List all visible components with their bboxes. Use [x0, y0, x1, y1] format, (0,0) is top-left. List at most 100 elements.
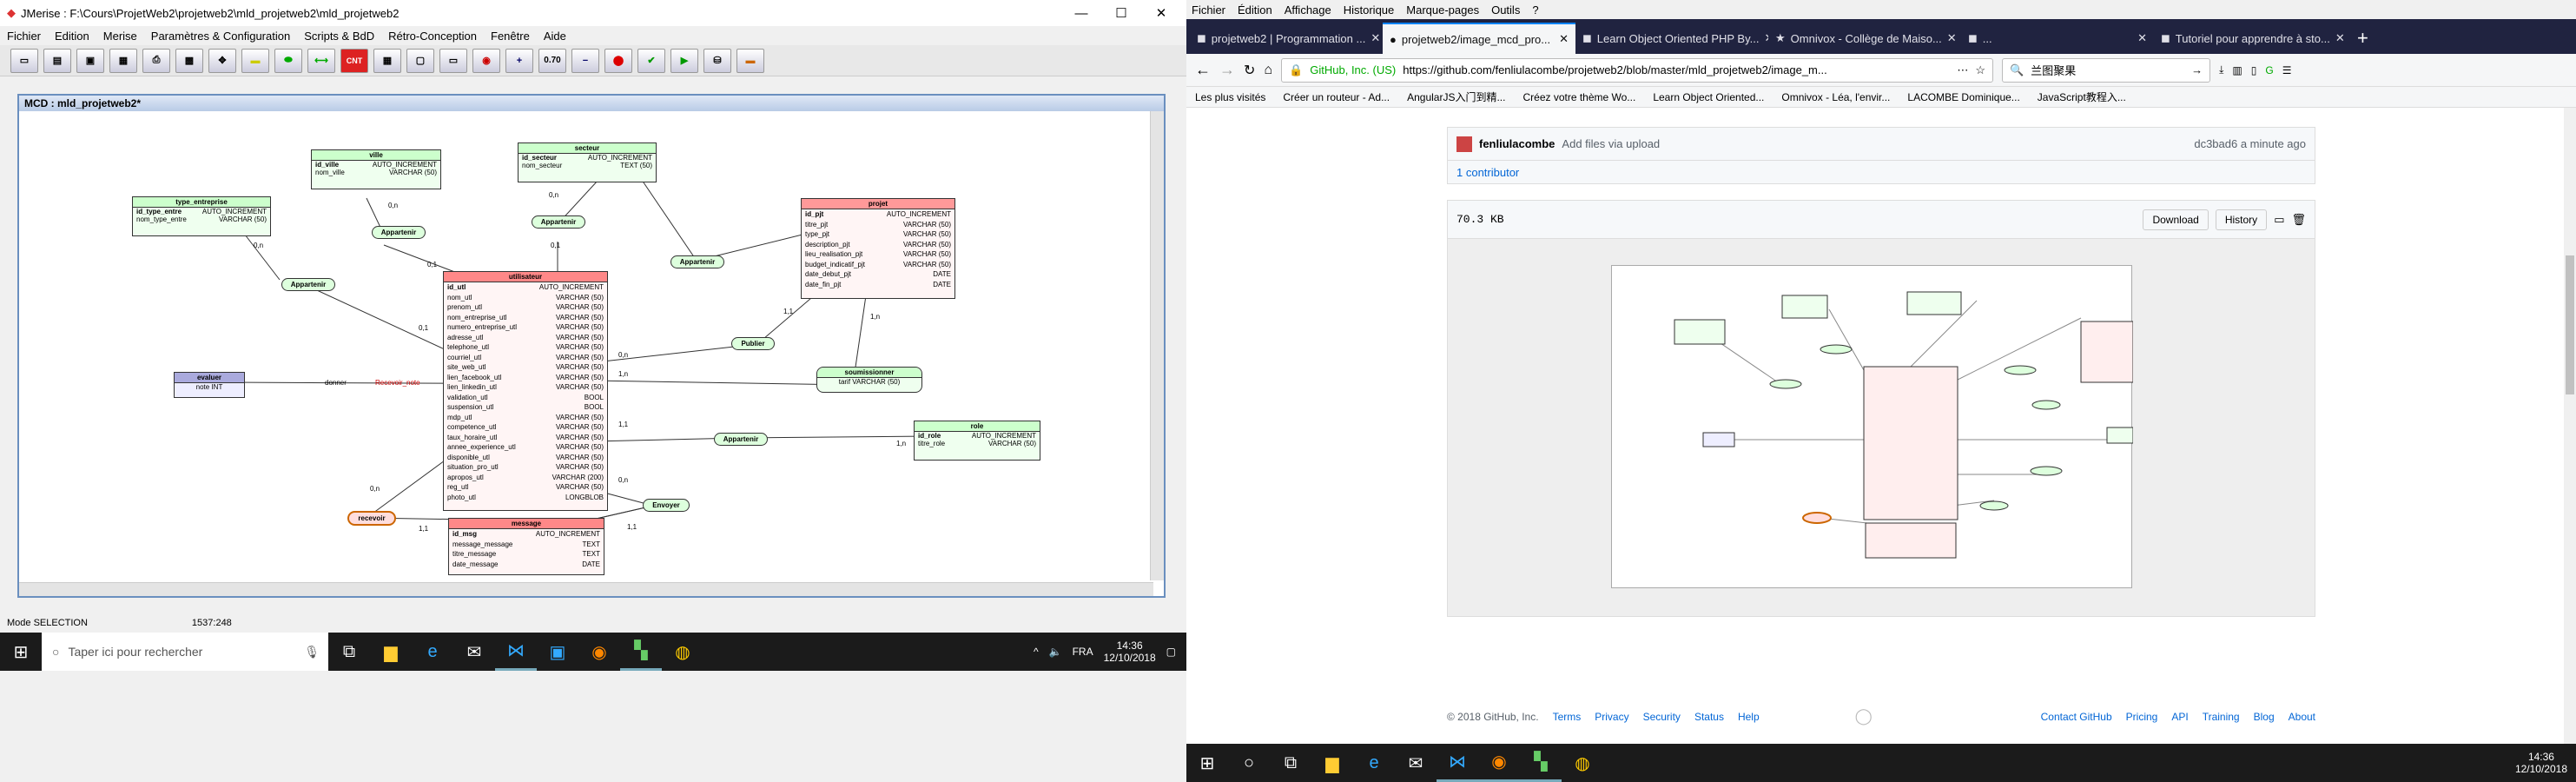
select-icon[interactable]: ✥: [208, 48, 236, 73]
close-button[interactable]: ✕: [1141, 0, 1181, 26]
page-actions-icon[interactable]: ⋯: [1957, 63, 1968, 77]
card-icon[interactable]: ▬: [736, 48, 764, 73]
maximize-button[interactable]: ☐: [1101, 0, 1141, 26]
file-explorer-icon[interactable]: ▆: [370, 633, 412, 671]
relation-appartenir-projet[interactable]: Appartenir: [670, 255, 724, 268]
horizontal-scrollbar[interactable]: [19, 582, 1153, 596]
url-bar[interactable]: 🔒 GitHub, Inc. (US) https://github.com/f…: [1281, 57, 1994, 83]
tab-5[interactable]: ◼... ✕: [1961, 23, 2154, 54]
bookmark-item[interactable]: Les plus visités: [1195, 91, 1265, 103]
footer-link-api[interactable]: API: [2171, 711, 2188, 723]
zoom-out-icon[interactable]: −: [571, 48, 599, 73]
relation-recevoir[interactable]: recevoir: [347, 511, 396, 526]
relation-appartenir-role[interactable]: Appartenir: [714, 433, 768, 446]
close-tab-icon[interactable]: ✕: [2335, 31, 2345, 45]
search-icon[interactable]: ○: [1228, 744, 1270, 782]
commit-meta[interactable]: dc3bad6 a minute ago: [2194, 137, 2306, 150]
tab-4[interactable]: ★ Omnivox - Collège de Maiso... ✕: [1768, 23, 1961, 54]
desktop-icon[interactable]: ▭: [2274, 213, 2284, 227]
trash-icon[interactable]: 🗑: [2291, 213, 2306, 227]
footer-link-blog[interactable]: Blog: [2254, 711, 2275, 723]
firefox-icon[interactable]: ◉: [1478, 744, 1520, 782]
zoom-in-icon[interactable]: +: [505, 48, 533, 73]
file-explorer-icon[interactable]: ▆: [1311, 744, 1353, 782]
frame-icon[interactable]: ▢: [406, 48, 434, 73]
bookmark-item[interactable]: Créez votre thème Wo...: [1522, 91, 1635, 103]
tab-3[interactable]: ◼Learn Object Oriented PHP By...✕: [1575, 23, 1768, 54]
entity-ville[interactable]: ville id_ville AUTO_INCREMENT nom_ville VA…: [311, 149, 441, 189]
search-input[interactable]: 🔍 兰图聚果 →: [2002, 57, 2211, 83]
menu-edition[interactable]: Edition: [55, 30, 89, 43]
tab-1[interactable]: ◼ projetweb2 | Programmation ... ✕: [1190, 23, 1383, 54]
save-icon[interactable]: ▣: [76, 48, 104, 73]
go-arrow-icon[interactable]: →: [2191, 63, 2203, 76]
windows-start-icon[interactable]: ⊞: [1186, 744, 1228, 782]
stop-icon[interactable]: ⬤: [604, 48, 632, 73]
bookmark-item[interactable]: Omnivox - Léa, l'envir...: [1781, 91, 1890, 103]
entity-evaluer[interactable]: evaluer note INT: [174, 372, 245, 398]
footer-link-security[interactable]: Security: [1643, 711, 1681, 723]
footer-link-terms[interactable]: Terms: [1553, 711, 1582, 723]
save-as-icon[interactable]: ▦: [109, 48, 137, 73]
relation-appartenir-secteur[interactable]: Appartenir: [532, 215, 585, 229]
download-button[interactable]: Download: [2143, 209, 2209, 230]
run-icon[interactable]: ▶: [670, 48, 698, 73]
extension-icon[interactable]: G: [2265, 64, 2273, 76]
menu-marque-pages[interactable]: Marque-pages: [1406, 3, 1479, 17]
bookmark-item[interactable]: AngularJS入门到精...: [1407, 89, 1505, 104]
commit-author[interactable]: fenliulacombe: [1479, 137, 1555, 150]
menu-merise[interactable]: Merise: [103, 30, 137, 43]
reload-icon[interactable]: ↻: [1244, 62, 1255, 79]
vscode-icon[interactable]: ⋈: [495, 633, 537, 671]
menu-historique[interactable]: Historique: [1344, 3, 1395, 17]
entity-type-entreprise[interactable]: type_entreprise id_type_entre AUTO_INCREM…: [132, 196, 271, 236]
open-icon[interactable]: ▤: [43, 48, 71, 73]
jmerise-task-icon[interactable]: ▚: [1520, 744, 1562, 782]
downloads-icon[interactable]: ⤓: [2219, 63, 2223, 76]
entity-secteur[interactable]: secteur id_secteur AUTO_INCREMENT nom_sec…: [518, 142, 657, 182]
menu-retro[interactable]: Rétro-Conception: [388, 30, 477, 43]
history-button[interactable]: History: [2215, 209, 2268, 230]
menu-fichier[interactable]: Fichier: [7, 30, 41, 43]
contributors-link[interactable]: 1 contributor: [1456, 166, 1519, 179]
chrome-icon[interactable]: ◍: [662, 633, 703, 671]
task-view-icon[interactable]: ⧉: [1270, 744, 1311, 782]
menu-icon[interactable]: ☰: [2282, 64, 2292, 76]
app-icon[interactable]: ▣: [537, 633, 578, 671]
link-icon[interactable]: ⟷: [307, 48, 335, 73]
edge-icon[interactable]: e: [412, 633, 453, 671]
menu-fenetre[interactable]: Fenêtre: [491, 30, 530, 43]
close-tab-icon[interactable]: ✕: [2137, 31, 2147, 45]
language-indicator[interactable]: FRA: [1073, 646, 1093, 658]
entity-role[interactable]: role id_role AUTO_INCREMENT titre_role VAR…: [914, 421, 1040, 461]
menu-scripts[interactable]: Scripts & BdD: [304, 30, 374, 43]
chevron-up-icon[interactable]: ^: [1034, 646, 1039, 658]
footer-link-training[interactable]: Training: [2203, 711, 2240, 723]
vscode-icon[interactable]: ⋈: [1437, 744, 1478, 782]
footer-link-contact[interactable]: Contact GitHub: [2041, 711, 2112, 723]
bookmark-item[interactable]: LACOMBE Dominique...: [1907, 91, 2019, 103]
notification-icon[interactable]: ▢: [1166, 646, 1176, 658]
firefox-icon[interactable]: ◉: [578, 633, 620, 671]
mail-icon[interactable]: ✉: [1395, 744, 1437, 782]
minimize-button[interactable]: —: [1061, 0, 1101, 26]
menu-aide[interactable]: ?: [1532, 3, 1538, 17]
jmerise-task-icon[interactable]: ▚: [620, 633, 662, 671]
bookmark-item[interactable]: Créer un routeur - Ad...: [1283, 91, 1390, 103]
task-view-icon[interactable]: ⧉: [328, 633, 370, 671]
grid-icon[interactable]: ▦: [373, 48, 401, 73]
menu-fichier[interactable]: Fichier: [1192, 3, 1225, 17]
entity-icon[interactable]: ▬: [241, 48, 269, 73]
forward-icon[interactable]: →: [1219, 61, 1235, 79]
menu-edition[interactable]: Édition: [1238, 3, 1272, 17]
library-icon[interactable]: ▥: [2232, 64, 2242, 76]
commit-message[interactable]: Add files via upload: [1562, 137, 1660, 150]
export-icon[interactable]: ▩: [175, 48, 203, 73]
cnt-button[interactable]: CNT: [340, 48, 368, 73]
tab-6[interactable]: ◼ Tutoriel pour apprendre à sto... ✕: [2154, 23, 2347, 54]
entity-soumissionner[interactable]: soumissionner tarif VARCHAR (50): [816, 367, 922, 393]
sidebar-icon[interactable]: ▯: [2251, 64, 2257, 76]
chrome-icon[interactable]: ◍: [1562, 744, 1603, 782]
footer-link-pricing[interactable]: Pricing: [2126, 711, 2158, 723]
relation-envoyer[interactable]: Envoyer: [643, 499, 690, 512]
